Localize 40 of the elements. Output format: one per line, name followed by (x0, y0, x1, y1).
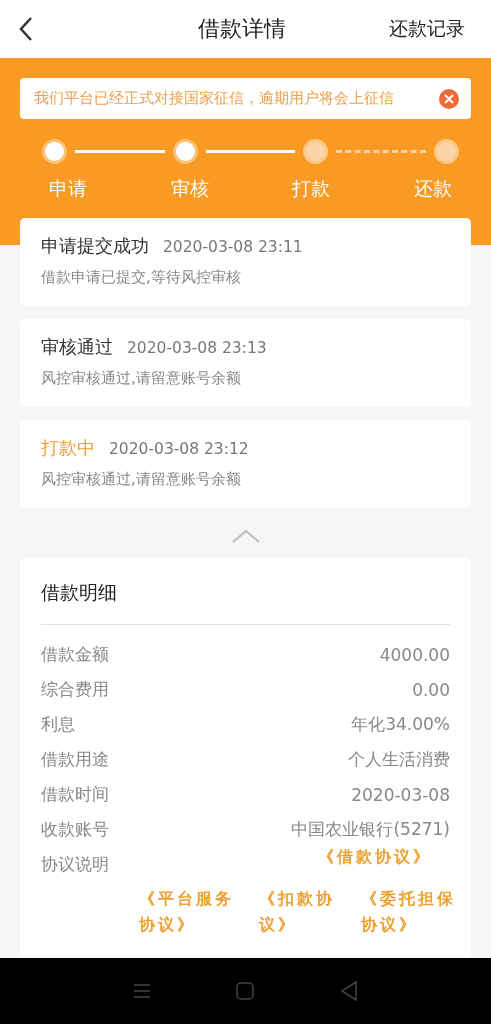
back-nav-icon[interactable] (340, 981, 359, 1001)
detail-label: 收款账号 (41, 818, 109, 841)
agreement-link[interactable]: 《借款协议》 (318, 847, 432, 868)
step-label: 申请 (48, 176, 88, 201)
status-title: 申请提交成功 (41, 234, 149, 258)
detail-value: 4000.00 (379, 644, 450, 665)
home-icon[interactable] (236, 982, 255, 1000)
status-title: 审核通过 (41, 335, 113, 359)
page-title: 借款详情 (197, 15, 286, 43)
status-description: 风控审核通过,请留意账号余额 (41, 369, 242, 388)
step-label: 还款 (412, 176, 453, 201)
detail-value: 0.00 (412, 679, 450, 700)
back-icon[interactable] (18, 16, 34, 42)
detail-label: 借款用途 (41, 748, 109, 771)
close-icon[interactable] (439, 88, 459, 109)
step-label: 审核 (169, 176, 210, 201)
status-time: 2020-03-08 23:11 (163, 238, 303, 256)
status-time: 2020-03-08 23:13 (127, 339, 267, 357)
agreement-link[interactable]: 《扣款协议》 (259, 886, 351, 938)
status-description: 风控审核通过,请留意账号余额 (41, 470, 242, 489)
detail-value: 年化34.00% (351, 713, 450, 736)
step-label: 打款 (291, 176, 332, 201)
detail-label: 借款金额 (41, 643, 109, 666)
detail-label: 综合费用 (41, 678, 109, 701)
collapse-icon[interactable] (230, 528, 261, 544)
repayment-record-link[interactable]: 还款记录 (389, 16, 465, 42)
detail-label: 借款时间 (41, 783, 109, 806)
detail-label: 利息 (41, 713, 75, 736)
detail-value: 个人生活消费 (348, 748, 450, 771)
agreement-link[interactable]: 《委托担保协议》 (361, 886, 471, 938)
details-title: 借款明细 (41, 580, 450, 625)
menu-icon[interactable] (132, 983, 151, 999)
detail-label: 协议说明 (41, 853, 109, 876)
status-title: 打款中 (41, 436, 95, 460)
status-description: 借款申请已提交,等待风控审核 (41, 268, 242, 287)
agreement-link[interactable]: 《平台服务协议》 (139, 886, 249, 938)
notice-text: 我们平台已经正式对接国家征信，逾期用户将会上征信 (34, 89, 394, 108)
detail-value: 中国农业银行(5271) (291, 818, 450, 841)
detail-value: 2020-03-08 (351, 784, 450, 805)
status-time: 2020-03-08 23:12 (109, 440, 249, 458)
